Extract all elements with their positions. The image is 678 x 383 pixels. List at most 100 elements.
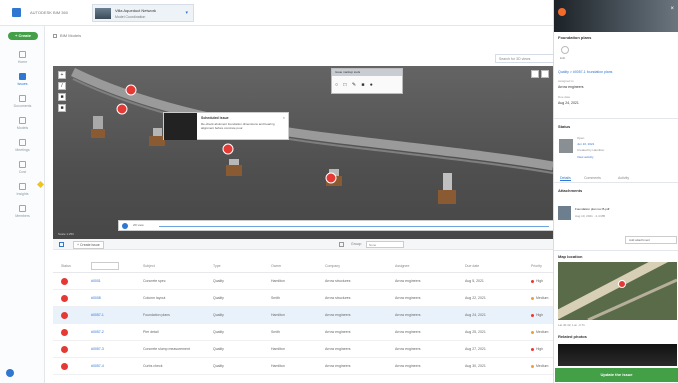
update-issue-button[interactable]: Update the issue <box>555 368 678 382</box>
table-row[interactable]: #0001 Concrete spec Quality Hamilton Arrow s… <box>53 273 553 290</box>
table-row[interactable]: #0057-4 Curbs check Quality Hamilton Arrow e… <box>53 358 553 375</box>
top-bar: AUTODESK BIM 360 Villa Aqueduct Network … <box>0 0 553 26</box>
status-date[interactable]: Jun 10, 2021 <box>577 142 594 146</box>
cell-priority: Medium <box>531 330 548 334</box>
divider <box>554 250 678 251</box>
sidebar-item-label: Models <box>16 126 29 130</box>
sidebar-item-home[interactable]: Home <box>0 50 45 70</box>
tab-details[interactable]: Details <box>560 176 571 181</box>
cell-id[interactable]: #0057-3 <box>91 347 104 351</box>
cell-assignee: Arrow engineers <box>395 347 421 351</box>
markup-tools[interactable]: ○ □ ✎ ■ ● <box>332 76 402 94</box>
status-link[interactable]: View activity <box>577 155 593 159</box>
avatar <box>558 8 566 16</box>
close-icon[interactable]: × <box>670 6 674 12</box>
close-icon[interactable]: × <box>283 115 285 120</box>
model-viewer[interactable]: + / ■ ■ Issue markup tools ○ □ ✎ ■ ● Sch… <box>53 66 553 239</box>
fit-tool[interactable]: ■ <box>58 104 66 112</box>
breadcrumb[interactable]: BIM Models <box>53 33 81 38</box>
column-subject[interactable]: Subject <box>143 264 155 268</box>
sidebar-item-label: Cost <box>18 170 27 174</box>
markup-toolbar[interactable]: Issue markup tools ○ □ ✎ ■ ● <box>331 68 403 94</box>
table-row[interactable]: #0057-2 Pier detail Quality Smith Arrow engi… <box>53 324 553 341</box>
app-logo-icon[interactable] <box>12 8 21 17</box>
timeline-bar[interactable]: 2D view <box>118 220 553 231</box>
sidebar-item-label: Home <box>17 60 28 64</box>
group-select[interactable]: None <box>366 241 404 248</box>
view-search-input[interactable]: Search for 3D views <box>495 54 553 63</box>
issue-status-icon <box>61 295 68 302</box>
breadcrumb-label: BIM Models <box>60 33 82 38</box>
issue-category: Quality > #0057-1 foundation plans <box>558 70 612 74</box>
add-attachment-button[interactable]: Add attachment <box>625 236 677 244</box>
table-row[interactable]: #0057-1 Foundation plans Quality Hamilton Ar… <box>53 307 553 324</box>
table-header: Status Subject Type Owner Company Assign… <box>53 260 553 273</box>
sidebar: + Create Home Issues Documents Models Me… <box>0 26 45 383</box>
cell-id[interactable]: #0008 <box>91 296 101 300</box>
column-company[interactable]: Company <box>325 264 340 268</box>
grid-view-icon[interactable] <box>339 242 344 247</box>
column-due-date[interactable]: Due date <box>465 264 479 268</box>
cell-due-date: Aug 22, 2021 <box>465 296 486 300</box>
column-owner[interactable]: Owner <box>271 264 281 268</box>
cell-id[interactable]: #0057-2 <box>91 330 104 334</box>
tab-activity[interactable]: Activity <box>618 176 629 180</box>
issue-popup-thumbnail <box>164 113 197 140</box>
related-photo[interactable] <box>558 344 677 366</box>
column-assignee[interactable]: Assignee <box>395 264 409 268</box>
cell-type: Quality <box>213 347 224 351</box>
timeline-track[interactable] <box>159 226 549 227</box>
pencil-icon[interactable] <box>561 46 569 54</box>
map-title: Map location <box>558 254 583 259</box>
cell-owner: Hamilton <box>271 313 285 317</box>
settings-icon[interactable] <box>541 70 549 78</box>
cell-due-date: Aug 24, 2021 <box>465 313 486 317</box>
list-view-icon[interactable] <box>59 242 64 247</box>
create-button[interactable]: + Create <box>8 32 38 40</box>
project-selector[interactable]: Villa Aqueduct Network Model Coordinatio… <box>92 4 194 22</box>
attachment-name[interactable]: Foundation plan rev B.pdf <box>575 207 609 211</box>
cell-id[interactable]: #0057-4 <box>91 364 104 368</box>
cell-type: Quality <box>213 313 224 317</box>
panel-tabs: Details Comments Activity <box>554 174 678 183</box>
issue-popup-body: Re-check abutment foundation dimensions … <box>201 122 275 130</box>
cell-priority: Medium <box>531 364 548 368</box>
column-status[interactable]: Status <box>61 264 71 268</box>
tab-comments[interactable]: Comments <box>584 176 601 180</box>
issue-status-icon <box>61 278 68 285</box>
column-priority[interactable]: Priority <box>531 264 542 268</box>
table-row[interactable]: #0008 Column layout Quality Smith Arrow stru… <box>53 290 553 307</box>
issue-status-icon <box>61 346 68 353</box>
orbit-tool[interactable]: + <box>58 71 66 79</box>
assigned-value: Arrow engineers <box>558 85 584 89</box>
sidebar-item-cost[interactable]: Cost <box>0 160 45 180</box>
play-icon[interactable] <box>122 223 128 229</box>
sidebar-item-members[interactable]: Members <box>0 204 45 224</box>
cell-priority: High <box>531 347 543 351</box>
map-pin-icon[interactable] <box>618 280 626 288</box>
issue-popup-title: Scheduled issue <box>201 116 229 120</box>
location-map[interactable] <box>558 262 677 320</box>
sidebar-item-meetings[interactable]: Meetings <box>0 138 45 158</box>
calendar-icon <box>19 139 26 146</box>
home-view-icon[interactable] <box>531 70 539 78</box>
cell-id[interactable]: #0057-1 <box>91 313 104 317</box>
sidebar-item-documents[interactable]: Documents <box>0 94 45 114</box>
priority-label: Medium <box>536 330 549 334</box>
bulk-select[interactable] <box>91 262 119 270</box>
sidebar-item-issues[interactable]: Issues <box>0 72 45 92</box>
issue-popup[interactable]: Scheduled issue Re-check abutment founda… <box>163 112 289 140</box>
sidebar-item-models[interactable]: Models <box>0 116 45 136</box>
help-icon[interactable] <box>6 369 14 377</box>
pencil-icon[interactable]: / <box>58 82 66 90</box>
create-issue-button[interactable]: + Create issue <box>73 241 104 249</box>
attachment-thumbnail[interactable] <box>558 206 571 220</box>
column-type[interactable]: Type <box>213 264 221 268</box>
status-thumbnail <box>559 139 573 153</box>
table-row[interactable]: #0057-3 Concrete slump measurement Quality… <box>53 341 553 358</box>
project-subtitle: Model Coordination <box>115 15 146 19</box>
cell-id[interactable]: #0001 <box>91 279 101 283</box>
pan-tool[interactable]: ■ <box>58 93 66 101</box>
issue-category-link[interactable]: Quality > #0057-1 foundation plans <box>558 70 612 74</box>
attachments-title: Attachments <box>558 188 583 193</box>
